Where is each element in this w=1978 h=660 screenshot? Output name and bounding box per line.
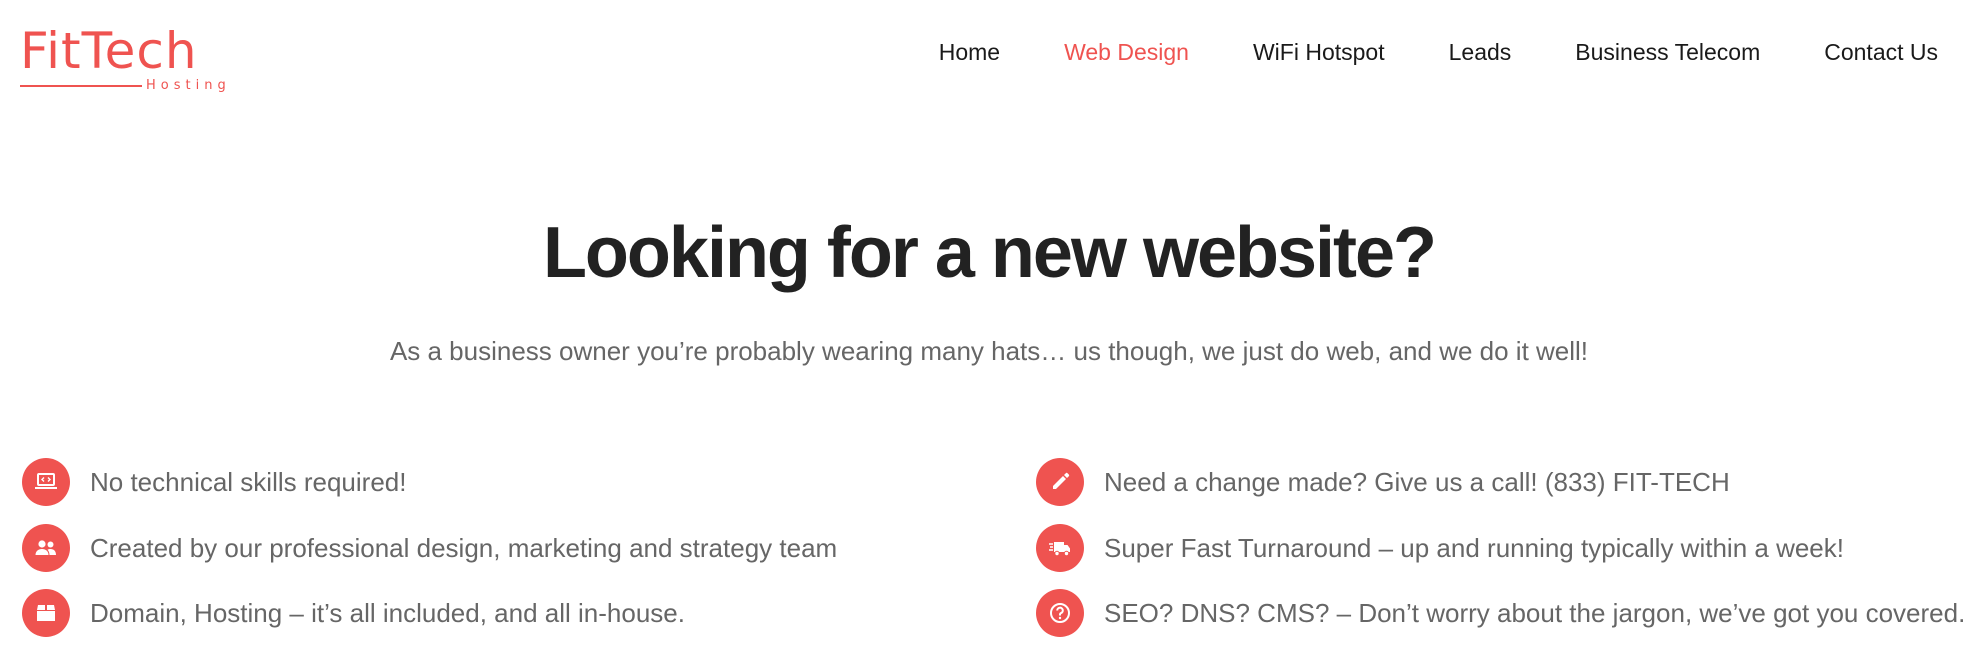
users-icon [22, 524, 70, 572]
feature-text: SEO? DNS? CMS? – Don’t worry about the j… [1104, 598, 1966, 628]
main-nav: Home Web Design WiFi Hotspot Leads Busin… [939, 36, 1938, 68]
feature-text: Super Fast Turnaround – up and running t… [1104, 533, 1844, 563]
shipping-fast-icon [1036, 524, 1084, 572]
feature-item: Need a change made? Give us a call! (833… [1036, 458, 1730, 506]
feature-item: SEO? DNS? CMS? – Don’t worry about the j… [1036, 589, 1965, 637]
feature-item: Super Fast Turnaround – up and running t… [1036, 524, 1844, 572]
laptop-code-icon [22, 458, 70, 506]
logo-underline [20, 85, 142, 87]
feature-item: No technical skills required! [22, 458, 406, 506]
logo-tagline: Hosting [146, 78, 231, 93]
pencil-icon [1036, 458, 1084, 506]
box-icon [22, 589, 70, 637]
nav-item-wifi-hotspot[interactable]: WiFi Hotspot [1253, 36, 1385, 68]
nav-item-web-design[interactable]: Web Design [1064, 36, 1189, 68]
question-circle-icon [1036, 589, 1084, 637]
feature-text: No technical skills required! [90, 467, 407, 497]
feature-text: Need a change made? Give us a call! (833… [1104, 467, 1730, 497]
logo-wordmark: FitTech [20, 22, 198, 80]
feature-item: Created by our professional design, mark… [22, 524, 837, 572]
hero-subtitle: As a business owner you’re probably wear… [389, 336, 1589, 366]
nav-item-business-telecom[interactable]: Business Telecom [1575, 36, 1760, 68]
nav-item-contact-us[interactable]: Contact Us [1824, 36, 1938, 68]
nav-item-leads[interactable]: Leads [1449, 36, 1512, 68]
feature-item: Domain, Hosting – it’s all included, and… [22, 589, 685, 637]
logo[interactable]: FitTech Hosting [20, 26, 265, 94]
feature-text: Created by our professional design, mark… [90, 533, 838, 563]
feature-text: Domain, Hosting – it’s all included, and… [90, 598, 685, 628]
page-title: Looking for a new website? [542, 213, 1437, 293]
nav-item-home[interactable]: Home [939, 36, 1000, 68]
